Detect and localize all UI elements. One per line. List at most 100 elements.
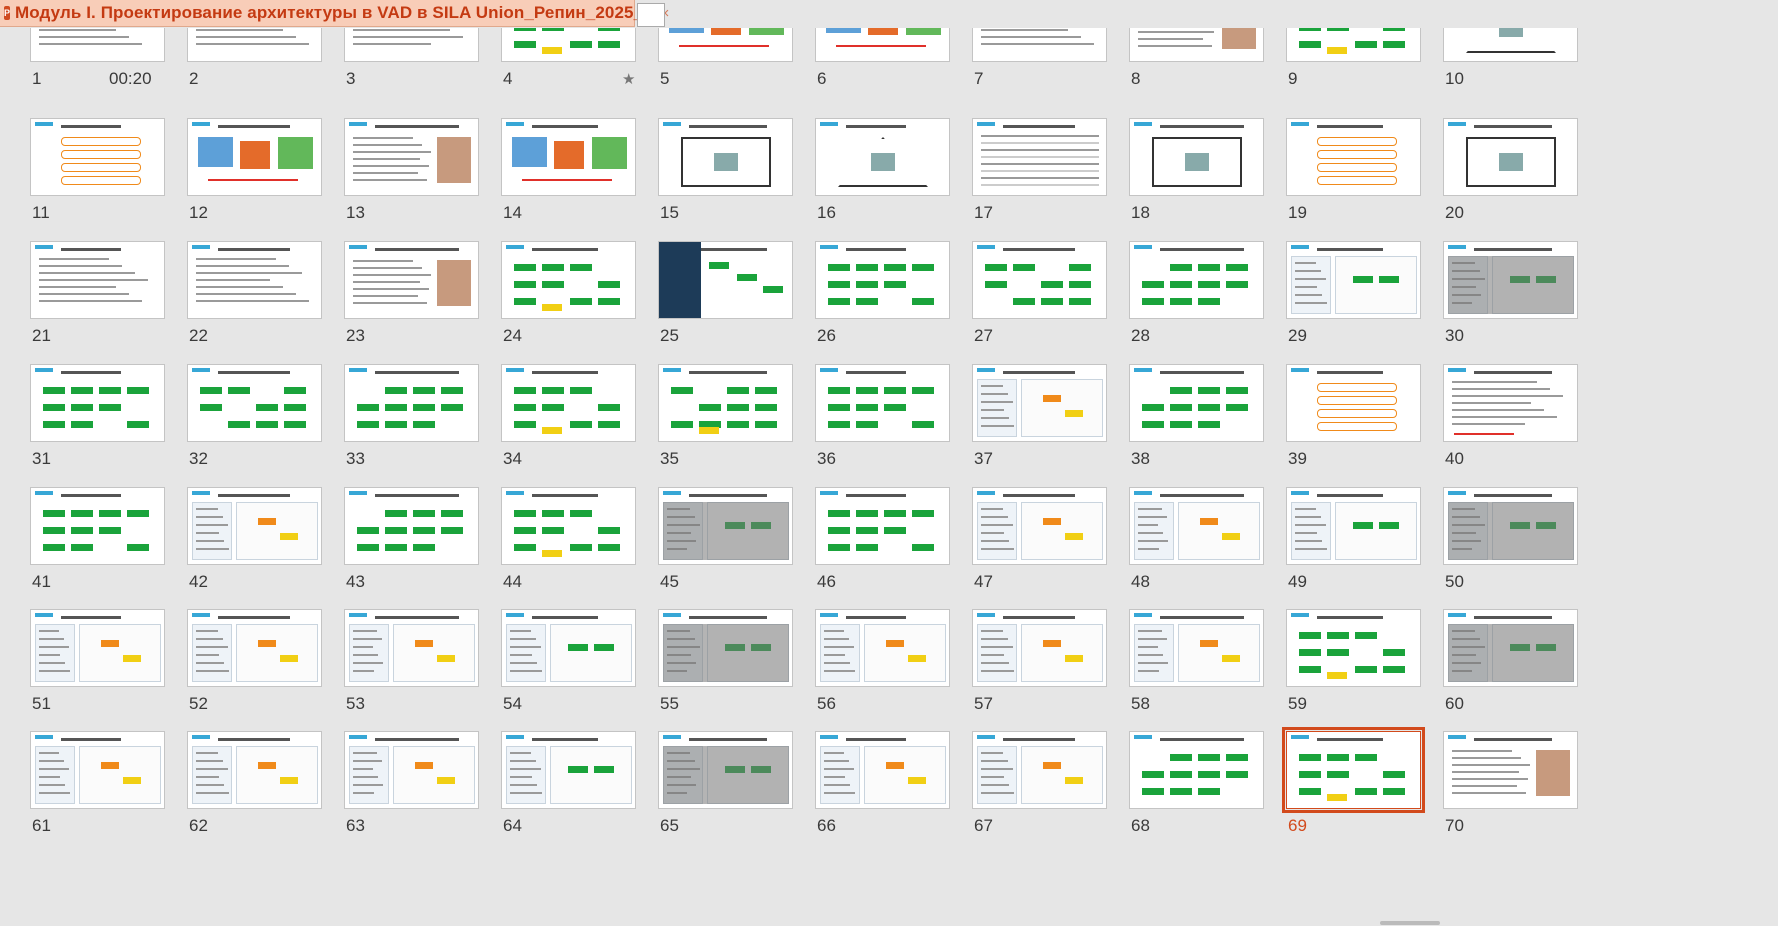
highlight-line [522, 179, 612, 181]
slide-logo [1448, 368, 1466, 372]
slide-preview[interactable] [501, 118, 636, 196]
process-shape [828, 544, 850, 551]
slide-preview[interactable] [658, 118, 793, 196]
process-shape [71, 421, 93, 428]
slide-preview[interactable] [972, 731, 1107, 809]
text-line [196, 532, 219, 534]
slide-logo [663, 122, 681, 126]
process-shape [1170, 264, 1192, 271]
slide-preview[interactable] [972, 118, 1107, 196]
slide-preview[interactable] [1286, 364, 1421, 442]
callout-frame [1317, 409, 1397, 418]
slide-preview[interactable] [1129, 241, 1264, 319]
process-shape [385, 527, 407, 534]
slide-preview[interactable] [1129, 731, 1264, 809]
slide-preview[interactable] [187, 118, 322, 196]
slide-preview[interactable] [501, 241, 636, 319]
slide-heading [61, 371, 121, 374]
slide-preview[interactable] [344, 364, 479, 442]
callout-frame [61, 163, 141, 172]
slide-preview[interactable] [1286, 241, 1421, 319]
slide-preview[interactable] [187, 731, 322, 809]
slide-logo [192, 245, 210, 249]
slide-preview[interactable] [1443, 609, 1578, 687]
slide-preview[interactable] [1129, 487, 1264, 565]
slide-preview[interactable] [972, 487, 1107, 565]
slide-preview[interactable] [1129, 609, 1264, 687]
slide-preview[interactable] [1443, 364, 1578, 442]
slide-preview[interactable] [30, 609, 165, 687]
slide-preview[interactable] [501, 731, 636, 809]
slide-preview[interactable] [187, 609, 322, 687]
slide-logo [192, 368, 210, 372]
slide-preview[interactable] [187, 241, 322, 319]
slide-preview[interactable] [1443, 487, 1578, 565]
text-line [981, 409, 1004, 411]
slide-heading [1160, 125, 1244, 128]
table-row [981, 149, 1099, 151]
slide-preview[interactable] [1443, 118, 1578, 196]
slide-preview[interactable] [658, 731, 793, 809]
text-line [1138, 540, 1168, 542]
text-line [981, 662, 1009, 664]
slide-preview[interactable] [1286, 487, 1421, 565]
picture [512, 137, 547, 167]
slide-preview[interactable] [344, 241, 479, 319]
slide-preview[interactable] [815, 731, 950, 809]
slide-preview[interactable] [501, 364, 636, 442]
slide-preview[interactable] [1282, 727, 1425, 813]
slide-logo [192, 491, 210, 495]
slide-preview[interactable] [658, 364, 793, 442]
slide-preview[interactable] [30, 118, 165, 196]
horizontal-scrollbar[interactable] [1380, 921, 1440, 925]
slide-preview[interactable] [1443, 731, 1578, 809]
slide-preview[interactable] [344, 731, 479, 809]
new-tab-button[interactable] [637, 3, 665, 27]
slide-preview[interactable] [501, 609, 636, 687]
slide-preview[interactable] [30, 731, 165, 809]
text-line [39, 776, 60, 778]
text-line [824, 768, 854, 770]
slide-preview[interactable] [658, 241, 793, 319]
slide-preview[interactable] [344, 118, 479, 196]
slide-preview[interactable] [30, 487, 165, 565]
document-tab[interactable]: P Модуль I. Проектирование архитектуры в… [0, 0, 669, 27]
text-line [353, 281, 420, 283]
slide-preview[interactable] [1129, 364, 1264, 442]
slide-preview[interactable] [815, 241, 950, 319]
slide-preview[interactable] [30, 241, 165, 319]
slide-preview[interactable] [187, 487, 322, 565]
slide-preview[interactable] [1286, 118, 1421, 196]
slide-preview[interactable] [972, 241, 1107, 319]
process-shape [99, 510, 121, 517]
table-row [981, 156, 1099, 158]
process-shape [1142, 421, 1164, 428]
slide-preview[interactable] [344, 487, 479, 565]
slide-preview[interactable] [658, 487, 793, 565]
ui-panel [1021, 624, 1103, 682]
process-shape [912, 387, 934, 394]
slide-preview[interactable] [30, 364, 165, 442]
ui-panel [1021, 502, 1103, 560]
slide-preview[interactable] [972, 609, 1107, 687]
slide-preview[interactable] [1443, 241, 1578, 319]
text-line [1295, 262, 1316, 264]
text-line [196, 524, 228, 526]
slide-preview[interactable] [501, 487, 636, 565]
slide-preview[interactable] [344, 609, 479, 687]
process-shape [1222, 533, 1240, 540]
photo [1536, 750, 1570, 796]
slide-preview[interactable] [815, 118, 950, 196]
text-line [353, 260, 413, 262]
ui-panel [820, 624, 860, 682]
slide-preview[interactable] [1129, 118, 1264, 196]
slide-preview[interactable] [658, 609, 793, 687]
slide-preview[interactable] [815, 609, 950, 687]
ui-panel [1021, 746, 1103, 804]
slide-preview[interactable] [1286, 609, 1421, 687]
slide-preview[interactable] [972, 364, 1107, 442]
slide-preview[interactable] [815, 487, 950, 565]
slide-number: 36 [817, 449, 836, 468]
slide-preview[interactable] [187, 364, 322, 442]
slide-preview[interactable] [815, 364, 950, 442]
